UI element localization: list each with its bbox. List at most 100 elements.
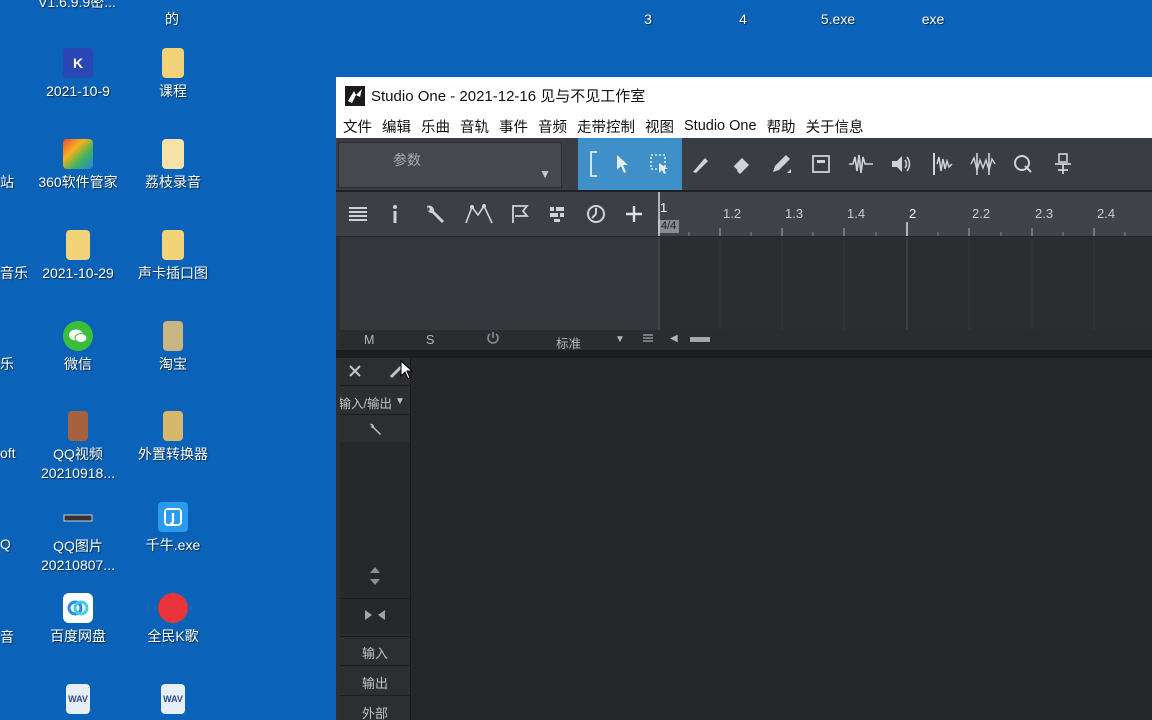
listen-tool-button[interactable] (885, 148, 917, 180)
desktop-icon-karaoke[interactable]: 全民K歌 (125, 593, 221, 646)
metronome-icon (1055, 153, 1071, 174)
add-track-button[interactable] (619, 200, 649, 228)
desktop-icon-label: 360软件管家 (38, 174, 118, 190)
snap-left-button[interactable] (927, 148, 959, 180)
menu-audio[interactable]: 音频 (538, 116, 567, 137)
mute-all-button[interactable]: M (364, 333, 374, 347)
desktop-icon-wechat[interactable]: 微信 (30, 321, 126, 374)
eraser-tool-button[interactable] (725, 148, 757, 180)
menu-help[interactable]: 帮助 (767, 116, 796, 137)
wrench-icon (427, 205, 444, 223)
close-icon[interactable] (348, 364, 362, 383)
tempo-button[interactable] (581, 200, 611, 228)
desktop-icon-soundcard[interactable]: 声卡插口图 (125, 230, 221, 283)
horizontal-scrollbar-thumb[interactable] (690, 337, 710, 342)
split-tool-button[interactable] (685, 148, 717, 180)
snap-grid-button[interactable] (967, 148, 999, 180)
desktop-edge-label[interactable]: 站 (0, 172, 14, 192)
menu-song[interactable]: 乐曲 (421, 116, 450, 137)
desktop-top-label[interactable]: 3 (600, 10, 696, 29)
desktop-icon-baidu[interactable]: 百度网盘 (30, 593, 126, 646)
separator (340, 665, 410, 666)
desktop-icon-qq-image[interactable]: QQ图片 20210807... (30, 503, 126, 575)
io-selector[interactable]: 输入/输出 (340, 393, 392, 412)
autoscroll-button[interactable] (1047, 148, 1079, 180)
solo-all-button[interactable]: S (426, 333, 434, 347)
desktop-edge-label[interactable]: 音 (0, 627, 14, 647)
arrange-header: 1 1.2 1.3 1.4 2 2.2 2.3 2.4 4/4 (336, 192, 1152, 237)
bend-tool-button[interactable] (845, 148, 877, 180)
range-tool-button[interactable] (644, 148, 676, 180)
desktop-icon-lizhi[interactable]: 荔枝录音 (125, 139, 221, 192)
arrange-track-area[interactable] (658, 237, 1152, 330)
desktop-top-label[interactable]: 的 (124, 10, 220, 29)
expand-horizontal-icon[interactable] (362, 608, 388, 627)
desktop-icon-label: QQ图片 (53, 538, 103, 554)
arranger-button[interactable] (543, 200, 573, 228)
expand-vertical-icon[interactable] (368, 564, 382, 593)
menu-transport[interactable]: 走带控制 (577, 116, 635, 137)
paint-tool-button[interactable] (765, 148, 797, 180)
marker-button[interactable] (505, 200, 535, 228)
desktop-top-label[interactable]: exe (885, 10, 981, 29)
input-button[interactable]: 输入 (340, 643, 410, 662)
desktop-icon-course[interactable]: 课程 (125, 48, 221, 101)
desktop-icon-label: 2021-10-29 (42, 265, 114, 281)
studio-one-window: Studio One - 2021-12-16 见与不见工作室 文件 编辑 乐曲… (336, 77, 1152, 720)
timeline-ruler[interactable]: 1 1.2 1.3 1.4 2 2.2 2.3 2.4 4/4 (658, 192, 1152, 236)
mute-tool-button[interactable] (805, 148, 837, 180)
desktop-icon-2021-10-29[interactable]: 2021-10-29 (30, 230, 126, 283)
desktop-edge-label[interactable]: 乐 (0, 354, 14, 374)
desktop-icon-label: 外置转换器 (138, 446, 208, 462)
inspector-button[interactable] (380, 200, 410, 228)
menu-file[interactable]: 文件 (343, 116, 372, 137)
desktop-icon-label: 淘宝 (159, 356, 187, 372)
dropdown-arrow-icon[interactable]: ▼ (395, 396, 405, 407)
svg-text:J: J (170, 511, 175, 525)
menu-edit[interactable]: 编辑 (382, 116, 411, 137)
desktop-top-label[interactable]: 5.exe (790, 10, 886, 29)
desktop-edge-label[interactable]: 音乐 (0, 263, 28, 283)
track-list-area[interactable] (340, 237, 658, 330)
desktop-icon-converter[interactable]: 外置转换器 (125, 411, 221, 464)
desktop-icon-2021-10-9[interactable]: K 2021-10-9 (30, 48, 126, 101)
output-button[interactable]: 输出 (340, 673, 410, 692)
desktop-top-label[interactable]: V1.6.9.9密... (29, 0, 125, 12)
power-icon[interactable] (486, 331, 500, 348)
desktop-icon-qianniu[interactable]: J 千牛.exe (125, 502, 221, 555)
parameter-dropdown[interactable]: 参数 ▼ (338, 142, 562, 188)
separator (340, 636, 410, 637)
panel-divider[interactable] (336, 350, 1152, 358)
baidu-netdisk-icon (63, 593, 93, 623)
quantize-button[interactable] (1007, 148, 1039, 180)
setup-button[interactable] (419, 200, 449, 228)
desktop-icon-taobao[interactable]: 淘宝 (125, 321, 221, 374)
bracket-icon (590, 151, 597, 177)
desktop-top-label[interactable]: 4 (695, 10, 791, 29)
menu-studio-one[interactable]: Studio One (684, 118, 757, 134)
title-bar[interactable]: Studio One - 2021-12-16 见与不见工作室 (336, 77, 1152, 114)
menu-about[interactable]: 关于信息 (806, 116, 864, 137)
track-list-button[interactable] (343, 200, 373, 228)
dropdown-arrow-icon[interactable]: ▼ (615, 334, 625, 345)
automation-button[interactable] (464, 200, 494, 228)
desktop-icon-360[interactable]: 360软件管家 (30, 139, 126, 192)
desktop-edge-label[interactable]: oft (0, 445, 16, 461)
folder-icon (162, 230, 184, 260)
scroll-left-icon[interactable]: ◀ (670, 333, 678, 344)
menu-lines-icon[interactable] (642, 332, 654, 347)
desktop-edge-label[interactable]: Q (0, 536, 11, 552)
desktop-icon-label: 百度网盘 (50, 628, 106, 644)
arrow-tool-button[interactable] (606, 148, 638, 180)
range-select-icon (650, 154, 668, 174)
wrench-icon[interactable] (368, 422, 382, 441)
menu-track[interactable]: 音轨 (460, 116, 489, 137)
track-footer: M S 标准 ▼ ◀ (340, 330, 1152, 351)
parameter-label: 参数 (393, 152, 421, 168)
external-button[interactable]: 外部 (340, 703, 410, 720)
desktop-icon-wav-1[interactable]: WAV (30, 684, 126, 718)
desktop-icon-wav-2[interactable]: WAV (125, 684, 221, 718)
menu-event[interactable]: 事件 (499, 116, 528, 137)
menu-view[interactable]: 视图 (645, 116, 674, 137)
desktop-icon-qq-video[interactable]: QQ视频 20210918... (30, 411, 126, 483)
